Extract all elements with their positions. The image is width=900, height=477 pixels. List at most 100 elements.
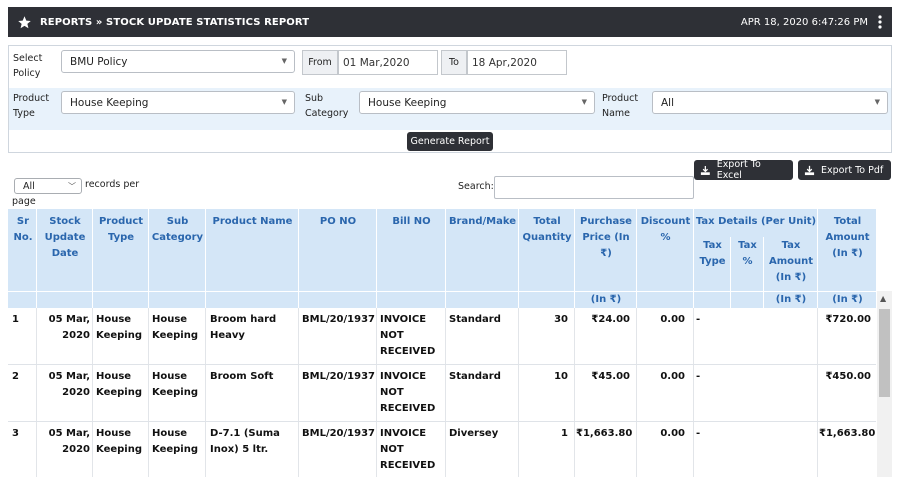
header-tax-details: Tax Details (Per Unit) (695, 216, 817, 227)
per-page-value: All (23, 180, 35, 192)
page-title: REPORTS » STOCK UPDATE STATISTICS REPORT (40, 16, 310, 28)
product-name-select-value: All (661, 96, 675, 109)
cell-total-amount: ₹720.00 (825, 314, 871, 325)
filter-panel: Select Policy BMU Policy ▼ From 01 Mar,2… (8, 45, 892, 153)
cell-purchase-price: ₹24.00 (591, 314, 630, 325)
cell-discount: 0.00 (660, 428, 685, 439)
generate-report-button[interactable]: Generate Report (407, 132, 493, 151)
header-sub-category[interactable]: Sub Category (150, 214, 205, 246)
records-per-page-select[interactable]: All ﹀ (14, 178, 82, 194)
cell-tax: - (696, 428, 701, 439)
subheader-price-unit: (In ₹) (590, 294, 622, 305)
records-per-label: records per (85, 179, 140, 190)
header-tax-percent[interactable]: Tax % (732, 238, 763, 270)
scroll-up-icon[interactable]: ▲ (880, 294, 886, 303)
cell-po-no: BML/20/1937 (302, 428, 375, 439)
cell-total-amount: ₹450.00 (825, 371, 871, 382)
cell-sr-no: 3 (12, 428, 19, 439)
cell-date: 05 Mar, 2020 (48, 428, 90, 455)
cell-discount: 0.00 (660, 371, 685, 382)
cell-tax: - (696, 371, 701, 382)
dropdown-arrow-icon: ▼ (281, 57, 287, 65)
header-po-no[interactable]: PO NO (300, 214, 376, 230)
cell-sub-category: House Keeping (152, 428, 199, 455)
cell-bill-no: INVOICE NOT RECEIVED (380, 428, 436, 471)
export-icon (700, 165, 710, 175)
cell-quantity: 1 (561, 428, 568, 439)
product-type-label: Product Type (13, 93, 50, 119)
product-name-label: Product Name (602, 93, 639, 119)
cell-product-name: D-7.1 (Suma Inox) 5 ltr. (210, 428, 280, 455)
export-pdf-label: Export To Pdf (821, 164, 884, 176)
cell-po-no: BML/20/1937 (302, 371, 375, 382)
subheader-total-unit: (In ₹) (832, 294, 863, 305)
export-excel-button[interactable]: Export To Excel (694, 159, 793, 181)
header-discount[interactable]: Discount % (638, 214, 693, 246)
cell-product-name: Broom hard Heavy (210, 314, 277, 341)
header-purchase-price[interactable]: Purchase Price (In ₹) (576, 214, 636, 262)
scrollbar-thumb[interactable] (879, 309, 890, 397)
cell-brand: Standard (449, 371, 501, 382)
chevron-down-icon: ﹀ (68, 182, 76, 191)
header-stock-update-date[interactable]: Stock Update Date (38, 214, 92, 262)
cell-bill-no: INVOICE NOT RECEIVED (380, 314, 436, 357)
cell-product-type: House Keeping (96, 314, 143, 341)
cell-tax: - (696, 314, 701, 325)
policy-label: Select Policy (13, 53, 43, 79)
cell-brand: Standard (449, 314, 501, 325)
dropdown-arrow-icon: ▼ (874, 98, 880, 106)
subheader-tax-unit: (In ₹) (775, 294, 807, 305)
header-product-type[interactable]: Product Type (94, 214, 148, 246)
table-header: Sr No. Stock Update Date Product Type Su… (8, 209, 876, 308)
top-bar: REPORTS » STOCK UPDATE STATISTICS REPORT… (8, 7, 892, 37)
datetime-display: APR 18, 2020 6:47:26 PM (740, 16, 868, 28)
to-label: To (441, 50, 467, 75)
product-name-select[interactable]: All ▼ (652, 91, 888, 114)
cell-sr-no: 1 (12, 314, 19, 325)
cell-sr-no: 2 (12, 371, 19, 382)
page-label: page (12, 196, 36, 207)
sub-category-label: Sub Category (305, 93, 349, 119)
star-icon[interactable] (13, 11, 35, 33)
header-product-name[interactable]: Product Name (207, 214, 298, 230)
export-pdf-button[interactable]: Export To Pdf (798, 160, 891, 180)
cell-po-no: BML/20/1937 (302, 314, 375, 325)
sub-category-select[interactable]: House Keeping ▼ (359, 91, 595, 114)
header-sr-no[interactable]: Sr No. (10, 214, 36, 246)
dropdown-arrow-icon: ▼ (281, 98, 287, 106)
header-tax-type[interactable]: Tax Type (695, 238, 730, 270)
cell-purchase-price: ₹45.00 (591, 371, 630, 382)
cell-total-amount: ₹1,663.80 (819, 428, 876, 439)
from-date-input[interactable]: 01 Mar,2020 (338, 50, 438, 75)
product-type-select-value: House Keeping (70, 96, 149, 109)
export-icon (804, 165, 815, 175)
header-bill-no[interactable]: Bill NO (378, 214, 445, 230)
product-type-select[interactable]: House Keeping ▼ (61, 91, 295, 114)
header-total-amount[interactable]: Total Amount (In ₹) (819, 214, 876, 262)
header-tax-amount[interactable]: Tax Amount (In ₹) (765, 238, 817, 286)
cell-product-type: House Keeping (96, 371, 143, 398)
search-input[interactable] (494, 176, 694, 199)
cell-date: 05 Mar, 2020 (48, 314, 90, 341)
kebab-menu-icon[interactable] (872, 11, 888, 33)
cell-purchase-price: ₹1,663.80 (576, 428, 633, 439)
cell-bill-no: INVOICE NOT RECEIVED (380, 371, 436, 414)
cell-brand: Diversey (449, 428, 499, 439)
header-brand-make[interactable]: Brand/Make (447, 214, 518, 230)
cell-quantity: 10 (554, 371, 568, 382)
cell-discount: 0.00 (660, 314, 685, 325)
policy-select[interactable]: BMU Policy ▼ (61, 50, 295, 73)
dropdown-arrow-icon: ▼ (581, 98, 587, 106)
cell-sub-category: House Keeping (152, 314, 199, 341)
table-scrollbar[interactable]: ▲ (877, 291, 892, 477)
cell-sub-category: House Keeping (152, 371, 199, 398)
export-excel-label: Export To Excel (716, 159, 761, 181)
header-total-quantity[interactable]: Total Quantity (520, 214, 574, 246)
cell-product-type: House Keeping (96, 428, 143, 455)
cell-product-name: Broom Soft (210, 371, 274, 382)
cell-date: 05 Mar, 2020 (48, 371, 90, 398)
to-date-input[interactable]: 18 Apr,2020 (467, 50, 567, 75)
sub-category-select-value: House Keeping (368, 96, 447, 109)
search-label: Search: (458, 181, 494, 192)
from-label: From (302, 50, 338, 75)
